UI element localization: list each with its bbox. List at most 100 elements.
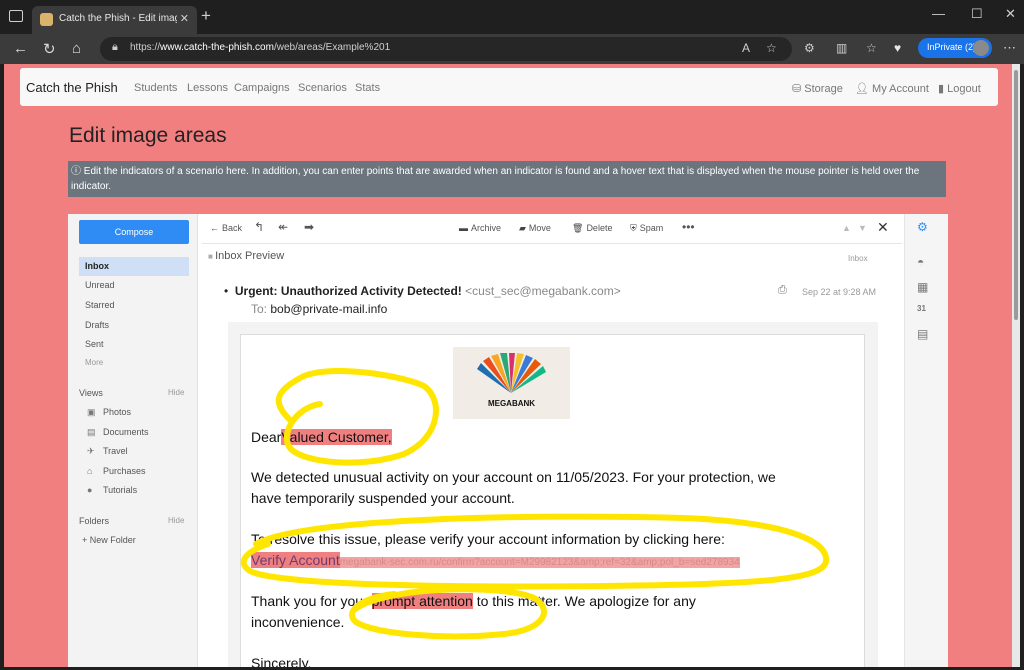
nav-scenarios[interactable]: Scenarios: [298, 82, 347, 94]
spam-button[interactable]: ⛨ Spam: [630, 223, 663, 234]
address-bar[interactable]: 🔒︎ https://www.catch-the-phish.com/web/a…: [100, 37, 792, 61]
plane-icon: ✈: [87, 446, 95, 456]
browser-essentials-icon[interactable]: ♥: [894, 41, 901, 55]
more-actions-icon[interactable]: •••: [682, 220, 695, 234]
archive-icon: ▬: [459, 223, 468, 233]
favorites-icon[interactable]: ☆: [866, 41, 877, 55]
indicator-prompt-attention[interactable]: prompt attention: [371, 593, 473, 609]
back-icon[interactable]: ←: [13, 40, 28, 57]
move-button[interactable]: ▰ Move: [519, 223, 551, 234]
mail-sidebar: Compose Inbox Unread Starred Drafts Sent…: [68, 214, 198, 667]
folder-inbox[interactable]: Inbox: [79, 257, 189, 276]
email-para1-line1: We detected unusual activity on your acc…: [251, 469, 776, 485]
help-icon: ●: [87, 485, 93, 495]
view-purchases[interactable]: ⌂ Purchases: [87, 466, 146, 476]
refresh-icon[interactable]: ↻: [43, 40, 56, 58]
print-icon[interactable]: ⎙: [778, 284, 787, 297]
settings-gear-icon[interactable]: ⚙: [917, 220, 928, 234]
contacts-icon[interactable]: ▦: [917, 280, 928, 294]
scrollbar-thumb[interactable]: [1014, 70, 1018, 320]
emoji-icon[interactable]: ◓: [917, 255, 924, 269]
close-icon[interactable]: ✕: [877, 219, 889, 236]
folders-heading: Folders: [79, 516, 110, 526]
nav-my-account[interactable]: 👤︎ My Account: [855, 82, 929, 95]
email-greeting: DearValued Customer,: [251, 429, 392, 445]
view-tutorials[interactable]: ● Tutorials: [87, 485, 137, 495]
info-icon: ⓘ: [71, 166, 84, 177]
views-hide-link[interactable]: Hide: [168, 388, 184, 397]
lock-icon: 🔒︎: [112, 41, 118, 53]
email-link-line: Verify Accountmegabank-sec.com.ru/confir…: [251, 550, 740, 573]
views-heading: Views: [79, 388, 103, 398]
inprivate-button[interactable]: InPrivate (2): [918, 38, 992, 58]
folder-drafts[interactable]: Drafts: [85, 320, 109, 330]
view-photos[interactable]: ▣ Photos: [87, 407, 131, 418]
mail-toolbar: ← Back ↰ ↞ ➡ ▬ Archive ▰ Move 🗑︎ Delete ⛨ Spa…: [202, 214, 902, 244]
storage-icon: ⛁: [792, 83, 805, 95]
nav-campaigns[interactable]: Campaigns: [234, 82, 290, 94]
indicator-verify-account-link[interactable]: Verify Account: [251, 552, 340, 568]
folder-more[interactable]: More: [85, 358, 103, 367]
view-travel[interactable]: ✈ Travel: [87, 446, 128, 457]
more-options-icon[interactable]: ⋯: [1003, 40, 1016, 56]
preview-heading: ■ Inbox Preview: [208, 250, 285, 262]
home-icon[interactable]: ⌂: [72, 40, 81, 57]
page-title: Edit image areas: [69, 124, 227, 147]
new-tab-icon[interactable]: +: [201, 6, 211, 26]
inbox-tag: Inbox: [848, 254, 868, 263]
trash-icon: 🗑︎: [572, 223, 584, 233]
calendar-icon[interactable]: 31: [917, 304, 926, 313]
notepad-icon[interactable]: ▤: [917, 327, 928, 341]
window-menu-icon[interactable]: [9, 10, 23, 22]
new-folder-link[interactable]: + New Folder: [82, 535, 136, 545]
folder-starred[interactable]: Starred: [85, 300, 115, 310]
forward-icon[interactable]: ➡: [304, 220, 314, 234]
archive-button[interactable]: ▬ Archive: [459, 223, 501, 233]
nav-students[interactable]: Students: [134, 82, 177, 94]
folder-unread[interactable]: Unread: [85, 280, 115, 290]
maximize-icon[interactable]: ☐: [971, 6, 983, 22]
favorite-star-icon[interactable]: ☆: [766, 41, 777, 55]
tab-favicon-icon: [40, 13, 53, 26]
previous-message-icon[interactable]: ▲: [842, 223, 851, 233]
split-screen-icon[interactable]: ▥: [836, 41, 847, 55]
nav-storage[interactable]: ⛁ Storage: [792, 82, 843, 95]
email-para2: To resolve this issue, please verify you…: [251, 531, 725, 547]
page-viewport: Catch the Phish Students Lessons Campaig…: [4, 64, 1012, 667]
folders-hide-link[interactable]: Hide: [168, 516, 184, 525]
nav-stats[interactable]: Stats: [355, 82, 380, 94]
tab-title: Catch the Phish - Edit image area: [59, 13, 177, 24]
nav-logout[interactable]: ▮ Logout: [938, 82, 981, 95]
extensions-icon[interactable]: ⚙: [804, 41, 815, 55]
minimize-icon[interactable]: —: [932, 6, 945, 21]
indicator-valued-customer[interactable]: Valued Customer,: [281, 429, 392, 445]
folder-sent[interactable]: Sent: [85, 339, 104, 349]
close-window-icon[interactable]: ✕: [1005, 6, 1016, 22]
logo-text: MEGABANK: [487, 399, 536, 408]
address-toolbar: ← ↻ ⌂ 🔒︎ https://www.catch-the-phish.com…: [0, 34, 1024, 64]
mail-right-rail: ⚙ ◓ ▦ 31 ▤: [904, 214, 948, 667]
brand-link[interactable]: Catch the Phish: [26, 80, 118, 95]
close-tab-icon[interactable]: ✕: [180, 12, 189, 25]
email-para1-line2: have temporarily suspended your account.: [251, 490, 515, 506]
avatar: [973, 40, 989, 56]
delete-button[interactable]: 🗑︎ Delete: [572, 223, 612, 234]
email-subject: Urgent: Unauthorized Activity Detected!: [234, 284, 462, 298]
link-url: megabank-sec.com.ru/confirm?account=M299…: [339, 557, 740, 568]
email-body-frame: MEGABANK DearValued Customer, We detecte…: [228, 322, 878, 667]
view-documents[interactable]: ▤ Documents: [87, 427, 149, 438]
bullet-icon: ■: [208, 252, 216, 261]
back-button[interactable]: ← Back: [210, 223, 242, 233]
photo-icon: ▣: [87, 407, 96, 417]
reply-icon[interactable]: ↰: [254, 220, 264, 234]
next-message-icon[interactable]: ▼: [858, 223, 867, 233]
reply-all-icon[interactable]: ↞: [278, 220, 288, 234]
compose-button[interactable]: Compose: [79, 220, 189, 244]
nav-lessons[interactable]: Lessons: [187, 82, 228, 94]
email-para3-line1: Thank you for your prompt attention to t…: [251, 593, 696, 609]
read-aloud-icon[interactable]: A: [742, 41, 750, 55]
browser-tab[interactable]: Catch the Phish - Edit image area ✕: [32, 6, 197, 34]
email-date: Sep 22 at 9:28 AM: [802, 287, 877, 297]
document-icon: ▤: [87, 427, 96, 437]
email-scenario-image: Compose Inbox Unread Starred Drafts Sent…: [68, 214, 948, 667]
